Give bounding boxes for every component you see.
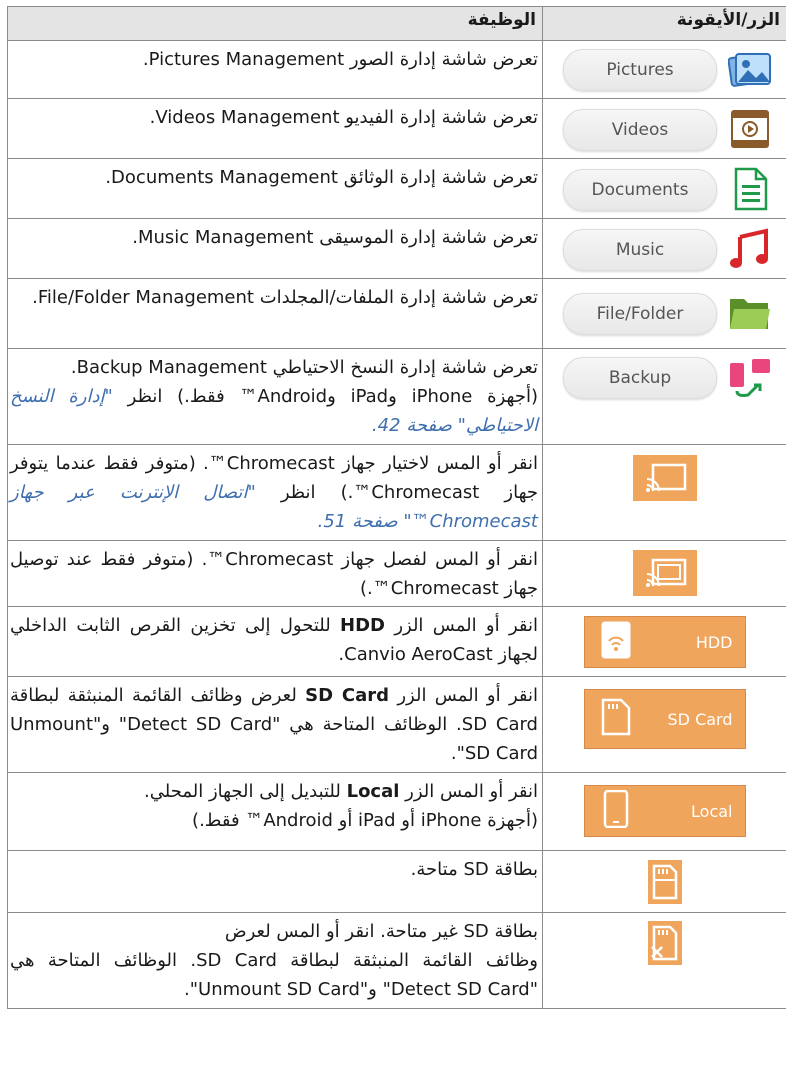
- videos-button[interactable]: Videos: [563, 109, 717, 151]
- table-row: Videos تعرض شاشة إدارة الفيديو Videos Ma…: [7, 98, 786, 159]
- table-row: Backup تعرض شاشة إدارة النسخ الاحتياطي B…: [7, 348, 786, 445]
- icon-cell: [542, 912, 786, 1009]
- sd-unavailable-icon[interactable]: [647, 921, 682, 965]
- icon-cell: Backup: [542, 348, 786, 445]
- table-row: انقر أو المس لفصل جهاز Chromecast™. (متو…: [7, 540, 786, 607]
- icon-cell: Videos: [542, 98, 786, 159]
- sd-card-icon: [601, 698, 631, 740]
- table-row: Music تعرض شاشة إدارة الموسيقى Music Man…: [7, 218, 786, 279]
- hdd-button[interactable]: HDD: [583, 616, 746, 668]
- row-function-note: وظائف القائمة المنبثقة لبطاقة SD Card. ا…: [10, 950, 538, 1000]
- hdd-button-label: HDD: [695, 632, 733, 652]
- row-function-text: تعرض شاشة إدارة الصور Pictures Managemen…: [7, 40, 543, 99]
- table-row: SD Card انقر أو المس الزر SD Card لعرض و…: [7, 676, 786, 773]
- row-function-text: تعرض شاشة إدارة الوثائق Documents Manage…: [7, 158, 543, 219]
- table-row: انقر أو المس لاختيار جهاز Chromecast™. (…: [7, 444, 786, 541]
- icon-cell: Pictures: [542, 40, 786, 99]
- sd-card-button[interactable]: SD Card: [583, 689, 746, 749]
- header-function-column: الوظيفة: [7, 6, 543, 41]
- row-function-text: بطاقة SD غير متاحة. انقر أو المس لعرض: [224, 921, 538, 942]
- documents-icon: [728, 167, 772, 211]
- sd-available-icon[interactable]: [647, 860, 682, 904]
- videos-icon: [728, 107, 772, 151]
- hdd-icon: [601, 621, 631, 663]
- row-function-text: بطاقة SD متاحة.: [7, 850, 543, 913]
- icon-cell: [542, 850, 786, 913]
- row-function-note: (أجهزة iPhone وiPad وAndroid™ فقط.) انظر…: [10, 386, 538, 436]
- table-row: File/Folder تعرض شاشة إدارة الملفات/المج…: [7, 278, 786, 349]
- local-button-label: Local: [691, 801, 733, 821]
- backup-icon: [728, 355, 772, 399]
- music-icon: [728, 227, 772, 271]
- icon-cell: [542, 444, 786, 541]
- icon-cell: File/Folder: [542, 278, 786, 349]
- sd-card-button-label: SD Card: [667, 709, 733, 729]
- table-row: بطاقة SD غير متاحة. انقر أو المس لعرض وظ…: [7, 912, 786, 1009]
- icon-cell: SD Card: [542, 676, 786, 773]
- backup-button[interactable]: Backup: [563, 357, 717, 399]
- row-function-text: انقر أو المس الزر SD Card لعرض وظائف الق…: [7, 676, 543, 773]
- pictures-icon: [727, 48, 772, 92]
- table-row: Pictures تعرض شاشة إدارة الصور Pictures …: [7, 40, 786, 99]
- local-button[interactable]: Local: [583, 785, 746, 837]
- row-function-text: انقر أو المس لفصل جهاز Chromecast™. (متو…: [7, 540, 543, 607]
- row-function-cell: بطاقة SD غير متاحة. انقر أو المس لعرض وظ…: [7, 912, 543, 1009]
- row-function-note: (أجهزة iPhone أو iPad أو Android™ فقط.): [192, 810, 538, 831]
- icon-cell: [542, 540, 786, 607]
- phone-icon: [601, 789, 631, 832]
- row-function-text: انقر أو المس الزر HDD للتحول إلى تخزين ا…: [7, 606, 543, 677]
- icon-cell: Local: [542, 772, 786, 851]
- table-row: Documents تعرض شاشة إدارة الوثائق Docume…: [7, 158, 786, 219]
- icon-cell: Documents: [542, 158, 786, 219]
- table-row: بطاقة SD متاحة.: [7, 850, 786, 913]
- icon-cell: HDD: [542, 606, 786, 677]
- documents-button[interactable]: Documents: [563, 169, 717, 211]
- row-function-text: تعرض شاشة إدارة الموسيقى Music Managemen…: [7, 218, 543, 279]
- row-function-cell: انقر أو المس الزر Local للتبديل إلى الجه…: [7, 772, 543, 851]
- row-function-text: تعرض شاشة إدارة النسخ الاحتياطي Backup M…: [70, 357, 538, 378]
- row-function-text: تعرض شاشة إدارة الفيديو Videos Managemen…: [7, 98, 543, 159]
- cast-connected-icon[interactable]: [632, 550, 697, 596]
- row-function-text: انقر أو المس لاختيار جهاز Chromecast™. (…: [10, 453, 538, 532]
- table-row: Local انقر أو المس الزر Local للتبديل إل…: [7, 772, 786, 851]
- table-header-row: الزر/الأيقونة الوظيفة: [7, 6, 786, 41]
- functions-table: الزر/الأيقونة الوظيفة Pictures تعرض شاشة…: [7, 6, 786, 1009]
- music-button[interactable]: Music: [563, 229, 717, 271]
- pictures-button[interactable]: Pictures: [563, 49, 717, 91]
- row-function-cell: تعرض شاشة إدارة النسخ الاحتياطي Backup M…: [7, 348, 543, 445]
- folder-icon: [728, 291, 772, 335]
- cast-icon[interactable]: [632, 455, 697, 501]
- table-row: HDD انقر أو المس الزر HDD للتحول إلى تخز…: [7, 606, 786, 677]
- row-function-text: تعرض شاشة إدارة الملفات/المجلدات File/Fo…: [7, 278, 543, 349]
- row-function-text: انقر أو المس الزر Local للتبديل إلى الجه…: [144, 781, 538, 802]
- file-folder-button[interactable]: File/Folder: [563, 293, 717, 335]
- icon-cell: Music: [542, 218, 786, 279]
- header-icon-column: الزر/الأيقونة: [542, 6, 786, 41]
- row-function-cell: انقر أو المس لاختيار جهاز Chromecast™. (…: [7, 444, 543, 541]
